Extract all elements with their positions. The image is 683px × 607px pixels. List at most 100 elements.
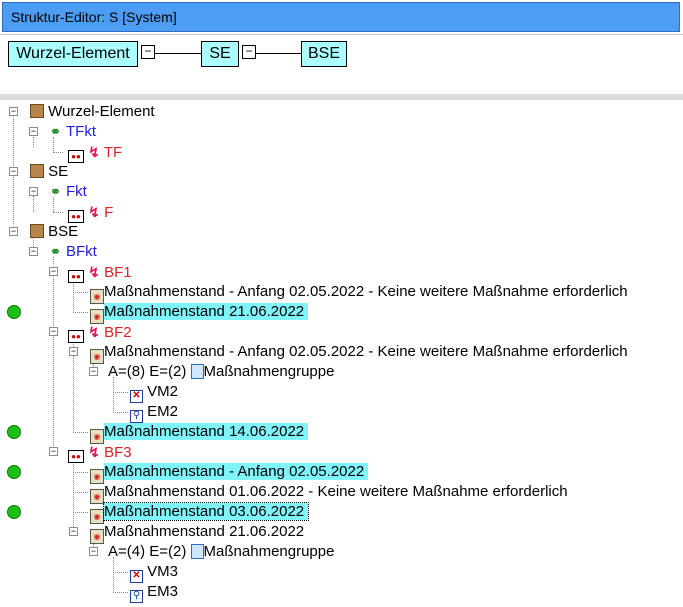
group-counts: A=(4) E=(2) — [108, 543, 187, 560]
group-counts: A=(8) E=(2) — [108, 363, 187, 380]
tree-node-measure[interactable]: ◉ Maßnahmenstand 01.06.2022 - Keine weite… — [90, 482, 568, 504]
node-label: Maßnahmenstand - Anfang 02.05.2022 - Kei… — [104, 343, 628, 360]
tree-line — [73, 472, 88, 473]
tree-node-vm[interactable]: ✕ VM3 — [130, 562, 179, 583]
tree-line — [53, 152, 63, 153]
fault-box-icon: ●● — [68, 270, 84, 283]
tree-line — [113, 592, 128, 593]
document-icon: ◉ — [90, 529, 104, 544]
bolt-icon: ↯ — [88, 264, 100, 280]
expand-toggle[interactable]: − — [9, 227, 18, 236]
node-label: BF3 — [104, 444, 132, 461]
node-label: VM3 — [147, 563, 179, 580]
tree-node-wurzel[interactable]: Wurzel-Element — [30, 102, 155, 122]
tree-node-measure[interactable]: ◉ Maßnahmenstand - Anfang 02.05.2022 - Ke… — [90, 282, 628, 304]
tree-node-f[interactable]: ●● ↯ F — [68, 202, 114, 223]
node-label: BF2 — [104, 324, 132, 341]
tree-node-measure[interactable]: ◉ Maßnahmenstand 21.06.2022 — [90, 522, 305, 544]
fault-box-icon: ●● — [68, 150, 84, 163]
expand-toggle[interactable]: − — [29, 127, 38, 136]
expand-toggle[interactable]: − — [89, 547, 98, 556]
expand-toggle[interactable]: − — [29, 187, 38, 196]
tree-line — [73, 292, 88, 293]
node-label: Maßnahmengruppe — [203, 543, 335, 560]
tree-line — [53, 257, 54, 452]
expand-toggle[interactable]: − — [9, 107, 18, 116]
expand-toggle[interactable]: − — [29, 247, 38, 256]
node-label: TF — [103, 144, 123, 161]
connector-line — [256, 53, 301, 54]
tree-node-tfkt[interactable]: ⚭ TFkt — [50, 122, 96, 142]
bolt-icon: ↯ — [88, 204, 100, 220]
tree-node-bf3[interactable]: ●● ↯ BF3 — [68, 442, 132, 463]
status-dot-icon — [7, 425, 21, 439]
status-dot-icon — [7, 305, 21, 319]
tree-node-tf[interactable]: ●● ↯ TF — [68, 142, 123, 163]
node-label: Maßnahmenstand 21.06.2022 — [104, 523, 305, 540]
tree-node-bf2[interactable]: ●● ↯ BF2 — [68, 322, 132, 343]
tree-node-vm[interactable]: ✕ VM2 — [130, 382, 178, 403]
tree-line — [73, 457, 74, 533]
header-box-wurzel[interactable]: Wurzel-Element — [8, 41, 138, 67]
node-label: Maßnahmenstand 01.06.2022 - Keine weiter… — [104, 483, 568, 500]
tree-node-em[interactable]: ⚲ EM2 — [130, 402, 179, 423]
collapse-button-wurzel[interactable]: − — [141, 45, 155, 59]
structure-tree: − Wurzel-Element − ⚭ TFkt ●● ↯ TF − SE − … — [0, 100, 683, 607]
node-label: BF1 — [104, 264, 132, 281]
node-label: Maßnahmenstand 21.06.2022 — [104, 303, 309, 320]
node-label: F — [104, 204, 114, 221]
group-icon — [190, 364, 204, 379]
header-box-bse[interactable]: BSE — [301, 41, 347, 67]
expand-toggle[interactable]: − — [49, 327, 58, 336]
tree-node-bf1[interactable]: ●● ↯ BF1 — [68, 262, 132, 283]
window-title: Struktur-Editor: S [System] — [11, 9, 177, 25]
link-icon: ⚭ — [50, 244, 61, 259]
connector-line — [155, 53, 201, 54]
expand-toggle[interactable]: − — [69, 527, 78, 536]
fault-box-icon: ●● — [68, 330, 84, 343]
status-dot-icon — [7, 505, 21, 519]
node-label: TFkt — [66, 123, 96, 140]
expand-toggle[interactable]: − — [89, 367, 98, 376]
tree-line — [113, 572, 128, 573]
tree-line — [113, 412, 128, 413]
tree-node-measure[interactable]: ◉ Maßnahmenstand - Anfang 02.05.2022 - Ke… — [90, 342, 628, 364]
expand-toggle[interactable]: − — [69, 347, 78, 356]
tree-line — [53, 212, 63, 213]
tree-node-fkt[interactable]: ⚭ Fkt — [50, 182, 87, 202]
node-label: EM2 — [147, 403, 179, 420]
expand-toggle[interactable]: − — [49, 447, 58, 456]
tree-node-measure-selected[interactable]: ◉ Maßnahmenstand 03.06.2022 — [90, 502, 310, 524]
bolt-icon: ↯ — [88, 324, 100, 340]
element-square-icon — [30, 224, 44, 238]
bolt-icon: ↯ — [88, 144, 100, 160]
tree-line — [113, 392, 128, 393]
tree-line — [33, 137, 34, 147]
tree-node-bse[interactable]: BSE — [30, 222, 78, 242]
tree-node-group[interactable]: A=(8) E=(2) Maßnahmengruppe — [108, 362, 334, 382]
expand-toggle[interactable]: − — [49, 267, 58, 276]
tree-line — [73, 512, 88, 513]
node-label: Maßnahmenstand - Anfang 02.05.2022 - Kei… — [104, 283, 628, 300]
link-icon: ⚭ — [50, 124, 61, 139]
tree-node-em[interactable]: ⚲ EM3 — [130, 582, 178, 603]
tree-node-se[interactable]: SE — [30, 162, 68, 182]
tree-node-bfkt[interactable]: ⚭ BFkt — [50, 242, 97, 262]
tree-node-measure[interactable]: ◉ Maßnahmenstand - Anfang 02.05.2022 — [90, 462, 369, 484]
tree-node-measure[interactable]: ◉ Maßnahmenstand 14.06.2022 — [90, 422, 309, 444]
element-square-icon — [30, 104, 44, 118]
expand-toggle[interactable]: − — [9, 167, 18, 176]
header-box-se[interactable]: SE — [201, 41, 239, 67]
node-label: BFkt — [66, 243, 97, 260]
link-icon: ⚭ — [50, 184, 61, 199]
node-label: SE — [48, 163, 69, 180]
tree-node-measure[interactable]: ◉ Maßnahmenstand 21.06.2022 — [90, 302, 309, 324]
element-square-icon — [30, 164, 44, 178]
tree-line — [113, 557, 114, 593]
em-icon: ⚲ — [130, 590, 143, 603]
collapse-button-se[interactable]: − — [242, 45, 256, 59]
tree-line — [113, 377, 114, 413]
node-label: Fkt — [66, 183, 87, 200]
tree-node-group[interactable]: A=(4) E=(2) Maßnahmengruppe — [108, 542, 334, 562]
tree-line — [73, 312, 88, 313]
